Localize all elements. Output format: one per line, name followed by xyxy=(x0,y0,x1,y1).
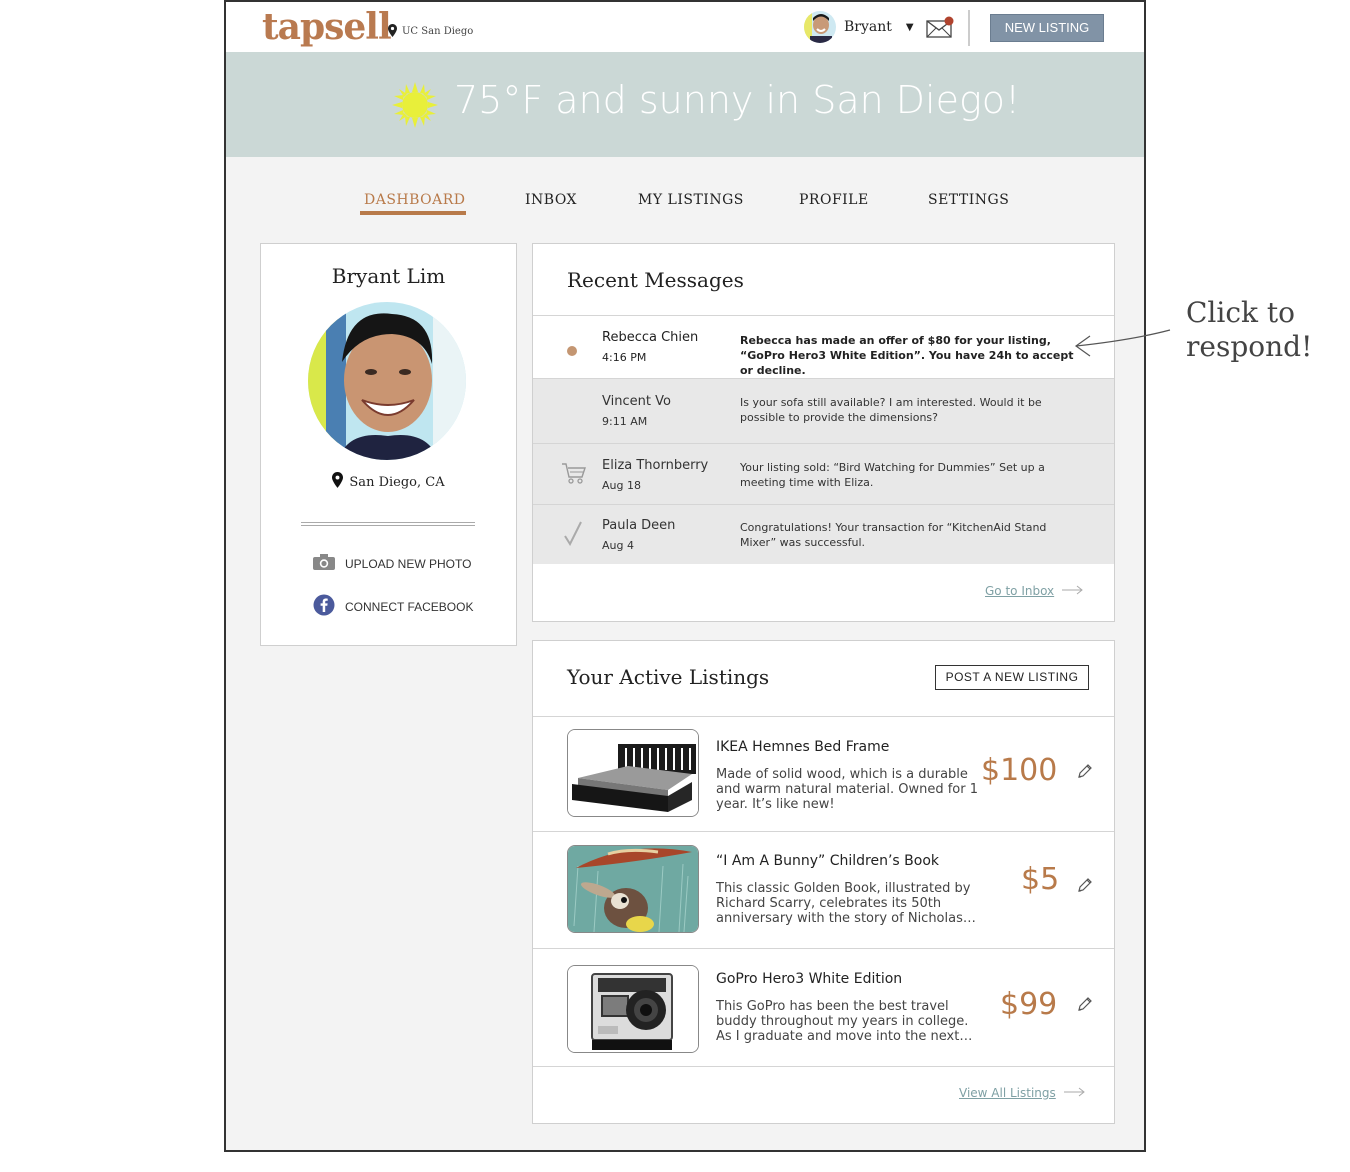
post-new-listing-button[interactable]: POST A NEW LISTING xyxy=(935,665,1089,690)
listing-description: This classic Golden Book, illustrated by… xyxy=(716,881,976,926)
message-preview: Is your sofa still available? I am inter… xyxy=(740,396,1042,424)
campus-location-label: UC San Diego xyxy=(402,26,474,37)
recent-messages-title: Recent Messages xyxy=(567,268,744,292)
message-row[interactable]: Paula Deen Aug 4 Congratulations! Your t… xyxy=(533,504,1114,564)
pencil-icon[interactable] xyxy=(1077,763,1093,783)
message-time: 4:16 PM xyxy=(602,351,647,364)
sun-icon xyxy=(392,82,438,132)
message-sender: Vincent Vo xyxy=(602,394,671,409)
tab-my-listings[interactable]: MY LISTINGS xyxy=(638,192,744,208)
go-to-inbox-link[interactable]: Go to Inbox xyxy=(985,584,1084,598)
message-sender: Eliza Thornberry xyxy=(602,458,709,473)
annotation-line-1: Click to xyxy=(1186,296,1295,329)
book-cover-image[interactable] xyxy=(567,845,699,933)
listing-item: IKEA Hemnes Bed Frame Made of solid wood… xyxy=(533,716,1114,831)
tab-dashboard[interactable]: DASHBOARD xyxy=(364,192,466,208)
bed-frame-image[interactable] xyxy=(567,729,699,817)
message-row[interactable]: Eliza Thornberry Aug 18 Your listing sol… xyxy=(533,443,1114,504)
tab-settings[interactable]: SETTINGS xyxy=(928,192,1009,208)
upload-photo-label: UPLOAD NEW PHOTO xyxy=(345,557,472,571)
message-row[interactable]: Rebecca Chien 4:16 PM Rebecca has made a… xyxy=(533,315,1114,378)
listing-title[interactable]: GoPro Hero3 White Edition xyxy=(716,971,902,987)
gopro-image[interactable] xyxy=(567,965,699,1053)
listing-item: GoPro Hero3 White Edition This GoPro has… xyxy=(533,948,1114,1066)
connect-facebook-button[interactable]: CONNECT FACEBOOK xyxy=(313,594,473,620)
listing-price: $99 xyxy=(1000,987,1058,1022)
message-preview: Rebecca has made an offer of $80 for you… xyxy=(740,334,1074,377)
map-pin-icon xyxy=(388,22,397,41)
cart-icon xyxy=(561,462,587,490)
weather-message: 75°F and sunny in San Diego! xyxy=(454,78,1021,122)
top-bar: tapsell UC San Diego Bryant ▼ NEW LISTIN… xyxy=(226,2,1144,52)
tab-inbox[interactable]: INBOX xyxy=(525,192,577,208)
listing-description: Made of solid wood, which is a durable a… xyxy=(716,767,978,812)
user-name: Bryant xyxy=(844,19,892,35)
message-time: 9:11 AM xyxy=(602,415,648,428)
annotation-note: Click to respond! xyxy=(1186,296,1312,364)
chevron-down-icon: ▼ xyxy=(905,21,914,33)
mail-icon[interactable] xyxy=(926,16,956,38)
active-tab-indicator xyxy=(360,211,466,215)
message-row[interactable]: Vincent Vo 9:11 AM Is your sofa still av… xyxy=(533,378,1114,443)
recent-messages-card: Recent Messages Rebecca Chien 4:16 PM Re… xyxy=(532,243,1115,622)
profile-card: Bryant Lim San Diego, CA UPLOAD NEW PHOT… xyxy=(260,243,517,646)
facebook-icon xyxy=(313,594,335,620)
listing-description: This GoPro has been the best travel budd… xyxy=(716,999,973,1044)
view-all-listings-link[interactable]: View All Listings xyxy=(959,1086,1086,1100)
unread-dot-icon xyxy=(566,342,578,361)
avatar xyxy=(804,11,836,43)
app-frame: tapsell UC San Diego Bryant ▼ NEW LISTIN… xyxy=(224,0,1146,1152)
listing-price: $100 xyxy=(981,753,1058,788)
message-preview: Congratulations! Your transaction for “K… xyxy=(740,521,1047,549)
pencil-icon[interactable] xyxy=(1077,877,1093,897)
profile-photo[interactable] xyxy=(308,302,466,460)
active-listings-title: Your Active Listings xyxy=(567,665,770,689)
profile-name: Bryant Lim xyxy=(331,264,446,288)
new-listing-button[interactable]: NEW LISTING xyxy=(990,14,1104,42)
message-sender: Paula Deen xyxy=(602,518,676,533)
user-menu[interactable]: Bryant ▼ xyxy=(804,11,914,43)
listing-title[interactable]: IKEA Hemnes Bed Frame xyxy=(716,739,889,755)
pencil-icon[interactable] xyxy=(1077,996,1093,1016)
profile-location: San Diego, CA xyxy=(261,472,516,492)
annotation-line-2: respond! xyxy=(1186,330,1313,363)
checkmark-icon xyxy=(563,520,583,550)
connect-facebook-label: CONNECT FACEBOOK xyxy=(345,600,474,614)
tab-profile[interactable]: PROFILE xyxy=(799,192,869,208)
profile-divider xyxy=(301,522,475,526)
listing-price: $5 xyxy=(1021,862,1060,897)
message-time: Aug 4 xyxy=(602,539,634,552)
logo[interactable]: tapsell xyxy=(262,6,392,48)
arrow-right-icon xyxy=(1063,1086,1086,1100)
upload-photo-button[interactable]: UPLOAD NEW PHOTO xyxy=(313,554,471,574)
arrow-right-icon xyxy=(1062,584,1084,598)
message-time: Aug 18 xyxy=(602,479,641,492)
message-preview: Your listing sold: “Bird Watching for Du… xyxy=(740,461,1045,489)
map-pin-icon xyxy=(332,472,344,492)
campus-location[interactable]: UC San Diego xyxy=(388,22,473,41)
active-listings-card: Your Active Listings POST A NEW LISTING … xyxy=(532,640,1115,1124)
profile-location-label: San Diego, CA xyxy=(349,474,445,490)
listing-title[interactable]: “I Am A Bunny” Children’s Book xyxy=(716,853,939,869)
header-divider xyxy=(968,10,970,46)
weather-banner: 75°F and sunny in San Diego! xyxy=(226,52,1144,157)
listings-footer: View All Listings xyxy=(533,1066,1114,1123)
listing-item: “I Am A Bunny” Children’s Book This clas… xyxy=(533,831,1114,948)
go-to-inbox-label: Go to Inbox xyxy=(985,584,1055,598)
message-sender: Rebecca Chien xyxy=(602,330,699,345)
camera-icon xyxy=(313,554,335,574)
main-nav: DASHBOARD INBOX MY LISTINGS PROFILE SETT… xyxy=(226,192,1144,222)
view-all-listings-label: View All Listings xyxy=(959,1086,1056,1100)
annotation-arrow-icon xyxy=(1072,326,1172,364)
